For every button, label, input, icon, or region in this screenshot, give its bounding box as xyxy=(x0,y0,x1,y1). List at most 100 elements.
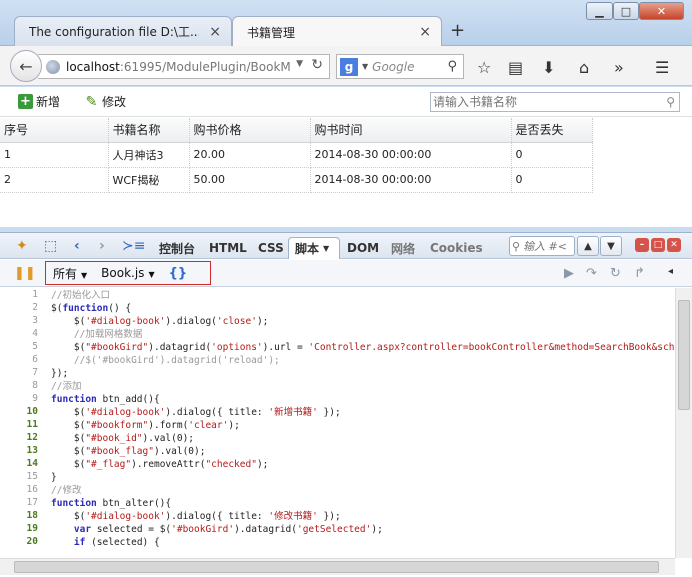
pause-icon[interactable]: ❚❚ xyxy=(14,266,36,281)
close-icon[interactable]: × xyxy=(209,24,221,40)
command-line-icon[interactable]: ≻≡ xyxy=(122,238,145,254)
line-number[interactable]: 1 xyxy=(32,289,38,300)
column-header-lost[interactable]: 是否丢失 xyxy=(511,118,593,143)
book-datagrid: 序号 书籍名称 购书价格 购书时间 是否丢失 1 人月神话3 20.00 201… xyxy=(0,118,593,193)
tab-dom[interactable]: DOM xyxy=(341,237,385,259)
step-out-icon[interactable]: ↱ xyxy=(634,266,645,281)
firebug-close-icon[interactable]: ✕ xyxy=(667,238,681,252)
vertical-scrollbar[interactable] xyxy=(675,288,692,558)
line-number[interactable]: 7 xyxy=(32,367,38,378)
line-number[interactable]: 2 xyxy=(32,302,38,313)
back-arrow-icon[interactable]: ‹ xyxy=(74,238,80,254)
bookmark-star-icon[interactable]: ☆ xyxy=(477,58,491,77)
overflow-icon[interactable]: » xyxy=(614,58,624,77)
minimize-button[interactable]: ▁ xyxy=(586,2,613,20)
line-number[interactable]: 12 xyxy=(27,432,38,443)
line-number[interactable]: 18 xyxy=(27,510,38,521)
firebug-detach-icon[interactable]: □ xyxy=(651,238,665,252)
dropdown-arrow-icon[interactable]: ▼ xyxy=(296,59,303,69)
line-number[interactable]: 17 xyxy=(27,497,38,508)
book-search-box[interactable]: ⚲ xyxy=(430,92,680,112)
line-number[interactable]: 13 xyxy=(27,445,38,456)
inspect-icon[interactable]: ⬚ xyxy=(44,238,57,254)
line-number[interactable]: 11 xyxy=(27,419,38,430)
search-prev-button[interactable]: ▲ xyxy=(577,236,599,256)
plus-icon: + xyxy=(18,94,33,109)
tab-net[interactable]: 网络 xyxy=(385,237,421,259)
line-number[interactable]: 6 xyxy=(32,354,38,365)
firebug-bug-icon[interactable]: ✦ xyxy=(16,238,28,254)
horizontal-scrollbar[interactable] xyxy=(0,558,675,575)
maximize-button[interactable]: □ xyxy=(613,2,639,20)
edit-label: 修改 xyxy=(102,95,127,109)
back-arrow-icon: ← xyxy=(19,56,33,76)
book-search-input[interactable] xyxy=(433,95,667,109)
reading-list-icon[interactable]: ▤ xyxy=(508,58,523,77)
cell-price: 20.00 xyxy=(189,142,311,168)
table-row[interactable]: 2 WCF揭秘 50.00 2014-08-30 00:00:00 0 xyxy=(0,167,593,193)
tab-css[interactable]: CSS xyxy=(252,237,290,259)
line-number[interactable]: 20 xyxy=(27,536,38,547)
line-number[interactable]: 9 xyxy=(32,393,38,404)
line-number[interactable]: 10 xyxy=(27,406,38,417)
script-file-dropdown[interactable]: Book.js ▼ xyxy=(101,266,154,280)
line-number[interactable]: 3 xyxy=(32,315,38,326)
step-into-icon[interactable]: ↷ xyxy=(586,266,597,281)
script-selector: 所有 ▼ Book.js ▼ {} xyxy=(45,261,211,285)
firebug-minimize-icon[interactable]: – xyxy=(635,238,649,252)
search-engine-box[interactable]: g ▼ Google ⚲ xyxy=(336,54,464,79)
edit-book-button[interactable]: ✎ 修改 xyxy=(84,93,126,110)
forward-arrow-icon[interactable]: › xyxy=(99,238,105,254)
line-number[interactable]: 4 xyxy=(32,328,38,339)
download-icon[interactable]: ⬇ xyxy=(542,58,555,77)
firebug-search-input[interactable]: ⚲ 输入 #< xyxy=(509,236,575,256)
step-over-icon[interactable]: ↻ xyxy=(610,266,621,281)
tab-script[interactable]: 脚本 ▼ xyxy=(288,237,340,259)
line-number[interactable]: 14 xyxy=(27,458,38,469)
code-line: var selected = $('#bookGird').datagrid('… xyxy=(73,524,383,535)
browser-tab-book-management[interactable]: 书籍管理 × xyxy=(232,16,442,47)
table-header-row: 序号 书籍名称 购书价格 购书时间 是否丢失 xyxy=(0,118,593,143)
search-next-button[interactable]: ▼ xyxy=(600,236,622,256)
google-icon[interactable]: g xyxy=(340,57,358,76)
home-icon[interactable]: ⌂ xyxy=(579,58,589,77)
url-bar[interactable]: localhost:61995/ModulePlugin/BookM ▼ ↻ xyxy=(38,54,330,79)
column-header-price[interactable]: 购书价格 xyxy=(189,118,311,143)
code-line: //$('#bookGird').datagrid('reload'); xyxy=(51,355,280,366)
browser-tab-config[interactable]: The configuration file D:\工... × xyxy=(14,16,232,46)
script-filter-dropdown[interactable]: 所有 ▼ xyxy=(53,265,87,282)
table-row[interactable]: 1 人月神话3 20.00 2014-08-30 00:00:00 0 xyxy=(0,142,593,168)
script-source-view[interactable]: 1 2 3 4 5 6 7 8 9 10 11 12 13 14 15 16 17 18 19 20 //初始化入口 $… xyxy=(0,288,692,558)
url-text[interactable]: localhost:61995/ModulePlugin/BookM xyxy=(66,60,292,74)
line-number[interactable]: 8 xyxy=(32,380,38,391)
panel-options-icon[interactable]: ◂ xyxy=(668,266,673,277)
dropdown-arrow-icon[interactable]: ▼ xyxy=(362,62,368,71)
menu-icon[interactable]: ☰ xyxy=(655,58,669,77)
script-file-label: Book.js xyxy=(101,266,145,280)
back-button[interactable]: ← xyxy=(10,50,42,82)
scrollbar-thumb[interactable] xyxy=(14,561,659,573)
line-number[interactable]: 16 xyxy=(27,484,38,495)
line-number[interactable]: 15 xyxy=(27,471,38,482)
continue-icon[interactable]: ▶ xyxy=(564,266,574,281)
code-line: $('#dialog-book').dialog({ title: '新增书籍'… xyxy=(51,407,341,418)
search-icon[interactable]: ⚲ xyxy=(666,95,675,109)
close-icon[interactable]: × xyxy=(419,24,431,40)
chevron-down-icon: ▼ xyxy=(81,270,88,280)
reload-icon[interactable]: ↻ xyxy=(311,57,323,73)
window-close-button[interactable]: ✕ xyxy=(639,2,684,20)
column-header-id[interactable]: 序号 xyxy=(0,118,109,143)
tab-console[interactable]: 控制台 xyxy=(153,237,201,259)
add-book-button[interactable]: + 新增 xyxy=(18,93,60,110)
browser-titlebar: The configuration file D:\工... × 书籍管理 × … xyxy=(0,0,692,47)
column-header-time[interactable]: 购书时间 xyxy=(310,118,512,143)
line-number[interactable]: 19 xyxy=(27,523,38,534)
column-header-name[interactable]: 书籍名称 xyxy=(108,118,190,143)
line-number[interactable]: 5 xyxy=(32,341,38,352)
scrollbar-thumb[interactable] xyxy=(678,300,690,410)
new-tab-icon[interactable]: + xyxy=(450,20,465,41)
tab-cookies[interactable]: Cookies xyxy=(424,237,489,259)
search-icon[interactable]: ⚲ xyxy=(447,59,457,74)
pretty-print-button[interactable]: {} xyxy=(169,266,188,281)
tab-html[interactable]: HTML xyxy=(203,237,253,259)
